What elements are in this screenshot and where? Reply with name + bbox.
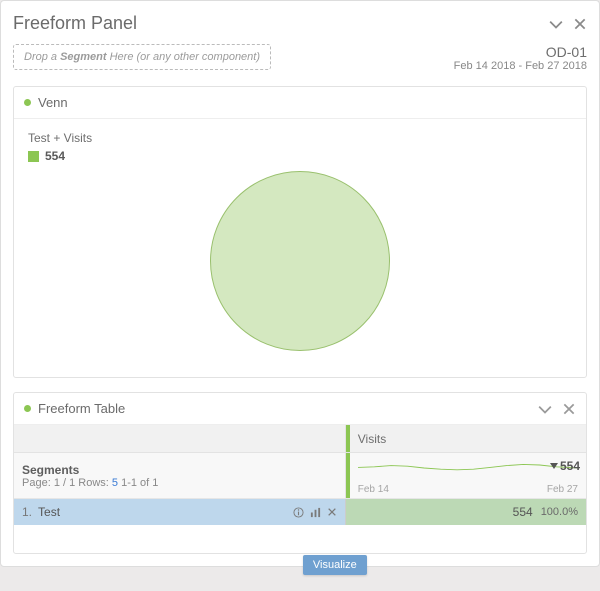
venn-card-header: Venn <box>14 87 586 119</box>
venn-swatch-icon <box>28 151 39 162</box>
venn-title: Venn <box>38 95 576 110</box>
pager-rows[interactable]: 5 <box>112 477 118 489</box>
dropzone-text-suffix: Here (or any other component) <box>107 51 260 63</box>
panel-header: Freeform Panel <box>13 9 587 44</box>
column-metric-label: Visits <box>358 432 386 446</box>
status-dot-icon <box>24 99 31 106</box>
visualize-icon[interactable] <box>310 507 321 518</box>
table-col-left[interactable] <box>14 425 346 452</box>
sort-desc-icon[interactable] <box>550 463 558 469</box>
table-col-metric[interactable]: Visits <box>346 425 586 452</box>
pager-rows-label: Rows: <box>78 477 109 489</box>
row-value: 554 <box>513 505 533 519</box>
close-icon[interactable] <box>573 17 587 31</box>
metric-total: 554 <box>550 459 580 473</box>
panel-subheader: Drop a Segment Here (or any other compon… <box>13 44 587 72</box>
row-icons <box>293 507 337 518</box>
table-summary-left: Segments Page: 1 / 1 Rows: 5 1-1 of 1 <box>14 453 346 498</box>
visualize-popover[interactable]: Visualize <box>303 555 367 575</box>
segment-dropzone[interactable]: Drop a Segment Here (or any other compon… <box>13 44 271 70</box>
close-icon[interactable] <box>562 402 576 416</box>
reportsuite-block: OD-01 Feb 14 2018 - Feb 27 2018 <box>454 44 587 72</box>
dropzone-text-prefix: Drop a <box>24 51 60 63</box>
date-start: Feb 14 <box>358 484 389 495</box>
dropzone-segment-word: Segment <box>60 51 106 63</box>
collapse-icon[interactable] <box>538 402 552 416</box>
table-row-right: 554 100.0% <box>346 499 586 525</box>
table-pager: Page: 1 / 1 Rows: 5 1-1 of 1 <box>22 477 337 489</box>
date-end: Feb 27 <box>547 484 578 495</box>
date-range[interactable]: Feb 14 2018 - Feb 27 2018 <box>454 60 587 72</box>
reportsuite-name[interactable]: OD-01 <box>454 44 587 60</box>
freeform-table-card: Freeform Table Visits Segments <box>13 392 587 554</box>
venn-body: Test + Visits 554 <box>14 119 586 377</box>
remove-icon[interactable] <box>327 507 337 517</box>
venn-circle[interactable] <box>210 171 390 351</box>
freeform-panel: Freeform Panel Drop a Segment Here (or a… <box>0 0 600 567</box>
table-summary-row: Segments Page: 1 / 1 Rows: 5 1-1 of 1 <box>14 453 586 499</box>
table-body: Visits Segments Page: 1 / 1 Rows: 5 1-1 … <box>14 425 586 553</box>
info-icon[interactable] <box>293 507 304 518</box>
table-summary-right: 554 Feb 14 Feb 27 <box>346 453 586 498</box>
table-columns-row: Visits <box>14 425 586 453</box>
venn-card: Venn Test + Visits 554 <box>13 86 587 378</box>
sparkline-chart <box>358 459 578 477</box>
status-dot-icon <box>24 405 31 412</box>
segments-label: Segments <box>22 463 337 477</box>
table-title: Freeform Table <box>38 401 538 416</box>
pager-page-label: Page: <box>22 477 51 489</box>
collapse-icon[interactable] <box>549 17 563 31</box>
venn-value: 554 <box>45 149 65 163</box>
pager-range: 1-1 of 1 <box>121 477 158 489</box>
venn-legend-label: Test + Visits <box>28 131 572 145</box>
row-name: Test <box>38 505 60 519</box>
table-row[interactable]: 1. Test 554 <box>14 499 586 525</box>
row-index: 1. <box>22 505 32 519</box>
panel-title: Freeform Panel <box>13 13 137 34</box>
sparkline-dates: Feb 14 Feb 27 <box>358 484 578 495</box>
pager-page: 1 / 1 <box>54 477 75 489</box>
row-percent: 100.0% <box>541 506 578 518</box>
venn-legend: Test + Visits 554 <box>28 131 572 163</box>
table-card-header: Freeform Table <box>14 393 586 425</box>
panel-actions <box>549 17 587 31</box>
total-value: 554 <box>560 459 580 473</box>
table-actions <box>538 402 576 416</box>
table-row-left: 1. Test <box>14 499 346 525</box>
